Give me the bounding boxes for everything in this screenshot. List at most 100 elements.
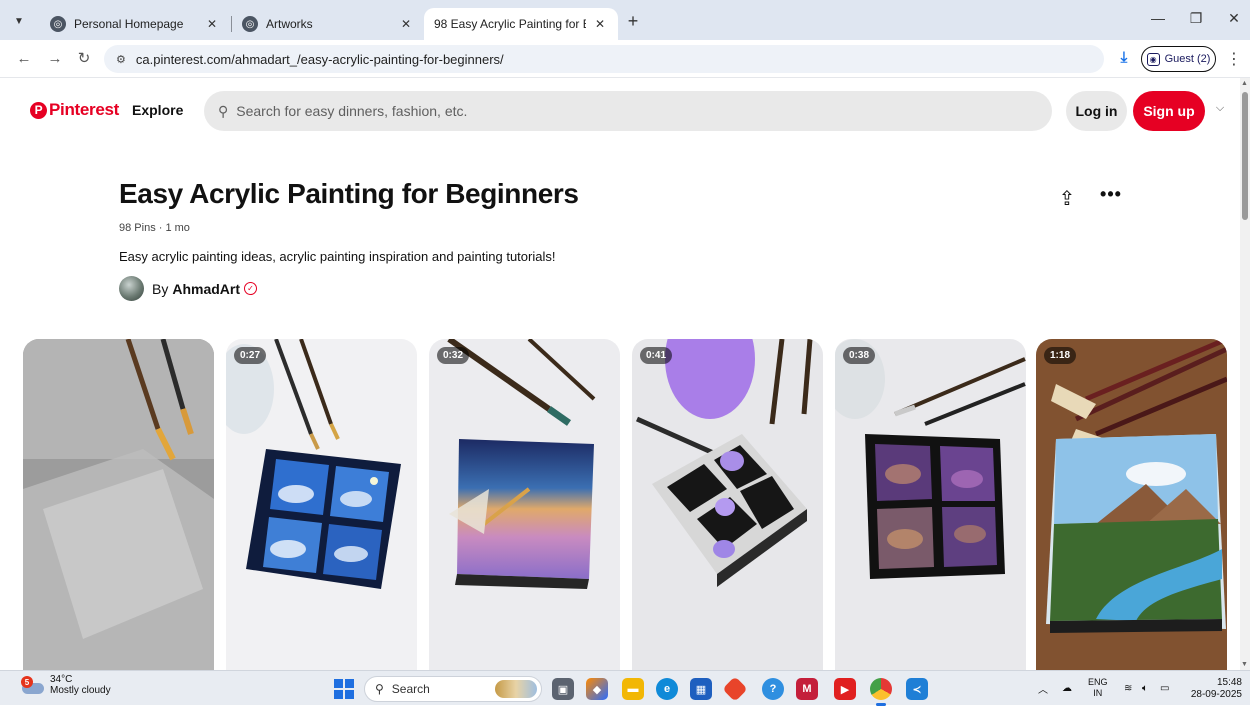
- window-close-icon[interactable]: ✕: [1222, 10, 1246, 30]
- video-duration-badge: 0:32: [437, 347, 470, 364]
- pin-image-galaxy-window: [835, 339, 1026, 670]
- chevron-down-icon[interactable]: ⌵: [1212, 102, 1228, 118]
- signup-button[interactable]: Sign up: [1133, 91, 1205, 131]
- avatar[interactable]: [119, 276, 144, 301]
- more-options-icon[interactable]: •••: [1098, 184, 1124, 210]
- wifi-icon[interactable]: ≋: [1124, 671, 1132, 706]
- restore-icon[interactable]: ❐: [1184, 10, 1208, 30]
- office-icon[interactable]: [722, 676, 748, 702]
- browser-toolbar: ← → ↻ ⚙ ca.pinterest.com/ahmadart_/easy-…: [0, 40, 1250, 78]
- help-icon[interactable]: ?: [762, 678, 784, 700]
- page-scrollbar[interactable]: ▲ ▼: [1240, 78, 1250, 670]
- file-explorer-icon[interactable]: ▬: [622, 678, 644, 700]
- browser-menu-icon[interactable]: ⋮: [1226, 49, 1242, 69]
- close-icon[interactable]: ✕: [398, 17, 414, 31]
- tab-search-chevron-icon[interactable]: ▼: [8, 10, 30, 32]
- new-tab-plus-icon[interactable]: +: [624, 12, 642, 30]
- edge-icon[interactable]: e: [656, 678, 678, 700]
- board-description: Easy acrylic painting ideas, acrylic pai…: [119, 249, 556, 264]
- scroll-down-icon[interactable]: ▼: [1241, 661, 1248, 668]
- pin-image-sunset-canvas: [429, 339, 620, 670]
- system-clock[interactable]: 15:48 28-09-2025: [1186, 677, 1242, 701]
- globe-icon: ◎: [242, 16, 258, 32]
- pin-card[interactable]: 0:41: [632, 339, 823, 670]
- pin-card[interactable]: 0:27: [226, 339, 417, 670]
- scroll-up-icon[interactable]: ▲: [1241, 80, 1248, 87]
- board-title: Easy Acrylic Painting for Beginners: [119, 178, 579, 209]
- lang-region: IN: [1093, 688, 1103, 698]
- pin-image-window-clouds: [226, 339, 417, 670]
- volume-icon[interactable]: 🔈︎: [1142, 671, 1148, 706]
- profile-icon: ◉: [1146, 52, 1160, 66]
- clock-time: 15:48: [1216, 677, 1242, 688]
- tab-title: Personal Homepage: [74, 17, 184, 31]
- windows-taskbar: 5 34°C Mostly cloudy ⚲ Search ▣ ◆ ▬ e ▦ …: [0, 670, 1250, 706]
- windows-start-icon[interactable]: [334, 679, 354, 699]
- onedrive-off-icon[interactable]: ☁: [1062, 671, 1072, 706]
- address-bar[interactable]: ⚙ ca.pinterest.com/ahmadart_/easy-acryli…: [104, 45, 1104, 73]
- chrome-icon[interactable]: [870, 678, 892, 706]
- pinterest-logo-icon: P: [30, 101, 47, 119]
- cloud-icon: 5: [20, 675, 46, 695]
- site-settings-icon[interactable]: ⚙: [116, 53, 126, 66]
- pin-image-mountain-river: [1036, 339, 1227, 670]
- logo-text: Pinterest: [49, 100, 120, 119]
- pin-card[interactable]: [23, 339, 214, 670]
- close-icon[interactable]: ✕: [592, 17, 608, 31]
- show-hidden-icons-chevron-icon[interactable]: ︿: [1038, 671, 1048, 706]
- tab-pinterest-board[interactable]: P 98 Easy Acrylic Painting for Beg ✕: [424, 8, 618, 363]
- search-highlight-icon: [495, 680, 537, 698]
- tab-artworks[interactable]: ◎ Artworks ✕: [232, 8, 424, 40]
- search-bar[interactable]: ⚲: [204, 91, 1052, 131]
- pin-card[interactable]: 0:32: [429, 339, 620, 670]
- store-icon[interactable]: ▦: [690, 678, 712, 700]
- taskbar-search-label: Search: [391, 682, 430, 696]
- youtube-icon[interactable]: ▶: [834, 678, 856, 700]
- share-icon[interactable]: ⇪: [1054, 186, 1080, 212]
- task-view-icon[interactable]: ▣: [552, 678, 574, 700]
- pin-card[interactable]: 0:38: [835, 339, 1026, 670]
- board-meta: 98 Pins · 1 mo: [119, 222, 190, 234]
- search-icon: ⚲: [375, 682, 384, 696]
- minimize-icon[interactable]: —: [1146, 10, 1170, 30]
- search-input[interactable]: [236, 103, 1017, 119]
- video-duration-badge: 1:18: [1044, 347, 1077, 364]
- scrollbar-thumb[interactable]: [1242, 92, 1248, 220]
- weather-desc: Mostly cloudy: [50, 685, 111, 696]
- video-duration-badge: 0:38: [843, 347, 876, 364]
- clock-date: 28-09-2025: [1190, 689, 1242, 700]
- reload-icon[interactable]: ↻: [74, 49, 94, 69]
- verified-check-icon: ✓: [244, 282, 258, 295]
- browser-tab-strip: ▼ ◎ Personal Homepage ✕ ◎ Artworks ✕ P 9…: [0, 0, 1250, 363]
- download-icon[interactable]: ⤓: [1114, 49, 1134, 69]
- back-arrow-icon[interactable]: ←: [14, 49, 34, 69]
- vscode-icon[interactable]: ≺: [906, 678, 928, 700]
- mcafee-icon[interactable]: M: [796, 678, 818, 700]
- close-icon[interactable]: ✕: [204, 17, 220, 31]
- login-button[interactable]: Log in: [1066, 91, 1127, 131]
- by-label: By: [152, 280, 169, 297]
- battery-icon[interactable]: ▭: [1160, 671, 1169, 706]
- pinterest-header: P Pinterest Explore ⚲ Log in Sign up ⌵: [0, 78, 1240, 144]
- explore-link[interactable]: Explore: [132, 102, 183, 118]
- profile-guest-button[interactable]: ◉ Guest (2): [1141, 46, 1216, 72]
- profile-label: Guest (2): [1164, 53, 1211, 65]
- video-duration-badge: 0:41: [640, 347, 673, 364]
- tab-title: 98 Easy Acrylic Painting for Beg: [434, 17, 586, 31]
- notification-badge: 5: [21, 676, 33, 688]
- search-icon: ⚲: [218, 102, 229, 119]
- weather-temp: 34°C: [50, 674, 73, 685]
- copilot-icon[interactable]: ◆: [586, 678, 608, 700]
- pin-image-black-canvas-tape: [632, 339, 823, 670]
- pin-card[interactable]: 1:18: [1036, 339, 1227, 670]
- taskbar-search[interactable]: ⚲ Search: [364, 676, 542, 702]
- lang-code: ENG: [1088, 677, 1108, 687]
- author-name[interactable]: AhmadArt: [172, 281, 240, 297]
- pinterest-logo[interactable]: P Pinterest: [30, 100, 119, 120]
- language-indicator[interactable]: ENG IN: [1088, 677, 1108, 699]
- tab-personal-homepage[interactable]: ◎ Personal Homepage ✕: [40, 8, 230, 40]
- pin-image-plastic-brushes: [23, 339, 214, 670]
- forward-arrow-icon[interactable]: →: [45, 49, 65, 69]
- board-byline[interactable]: By AhmadArt ✓: [119, 276, 258, 301]
- weather-widget[interactable]: 5 34°C Mostly cloudy: [20, 674, 111, 696]
